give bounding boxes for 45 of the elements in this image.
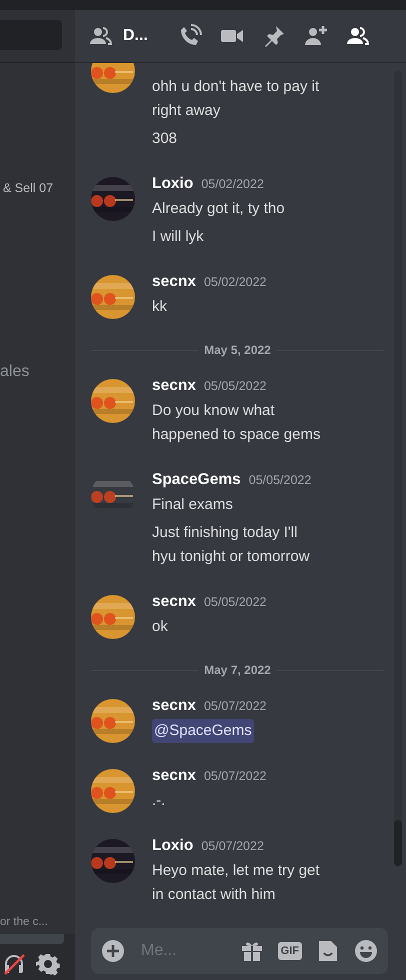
message-text: Just finishing today I'll hyu tonight or tomorrow: [152, 523, 311, 567]
author-name[interactable]: SpaceGems: [152, 471, 241, 489]
message-text: kk: [152, 297, 168, 317]
gif-button[interactable]: GIF: [278, 942, 302, 960]
timestamp: 05/02/2022: [201, 177, 264, 191]
emoji-icon[interactable]: [354, 939, 378, 963]
settings-icon[interactable]: [36, 952, 60, 976]
author-name[interactable]: secnx: [152, 697, 196, 715]
timestamp: 05/07/2022: [204, 699, 267, 713]
timestamp: 05/05/2022: [248, 473, 312, 487]
message-text: ohh u don't have to pay it right away: [152, 77, 320, 121]
channel-item[interactable]: & Sell 07: [3, 181, 75, 195]
author-name[interactable]: secnx: [152, 767, 196, 785]
group-members-icon: [89, 24, 113, 48]
date-divider-label: May 7, 2022: [204, 663, 271, 677]
message-text: Already got it, ty tho: [152, 199, 286, 219]
author-name[interactable]: secnx: [152, 377, 196, 395]
author-name[interactable]: Loxio: [152, 837, 194, 855]
message-text: .-.: [152, 791, 166, 811]
channel-hint: or the c...: [0, 916, 49, 928]
author-name[interactable]: secnx: [152, 273, 196, 291]
scrollbar-thumb[interactable]: [394, 820, 402, 866]
member-list-icon[interactable]: [346, 24, 370, 48]
add-icon[interactable]: [101, 939, 125, 963]
channel-item[interactable]: ales: [0, 363, 75, 381]
channel-title: D...: [123, 27, 148, 45]
message-text: Final exams: [152, 495, 234, 515]
timestamp: 05/07/2022: [204, 769, 267, 783]
author-name[interactable]: secnx: [152, 593, 196, 611]
message-text: Do you know what happened to space gems: [152, 401, 322, 445]
author-name[interactable]: Loxio: [152, 175, 194, 193]
message-text: 308: [152, 129, 178, 149]
message-text: Heyo mate, let me try get in contact with him: [152, 861, 321, 905]
timestamp: 05/05/2022: [204, 379, 267, 393]
add-friend-icon[interactable]: [304, 24, 328, 48]
user-panel-strip: [0, 934, 64, 944]
timestamp: 05/07/2022: [201, 839, 264, 853]
message-text: I will lyk: [152, 227, 205, 247]
timestamp: 05/02/2022: [204, 275, 267, 289]
user-mention[interactable]: @SpaceGems: [152, 719, 254, 743]
sticker-icon[interactable]: [316, 939, 340, 963]
message-text: ok: [152, 617, 169, 637]
headphones-muted-icon[interactable]: [2, 952, 26, 976]
date-divider-label: May 5, 2022: [204, 343, 271, 357]
timestamp: 05/05/2022: [204, 595, 267, 609]
